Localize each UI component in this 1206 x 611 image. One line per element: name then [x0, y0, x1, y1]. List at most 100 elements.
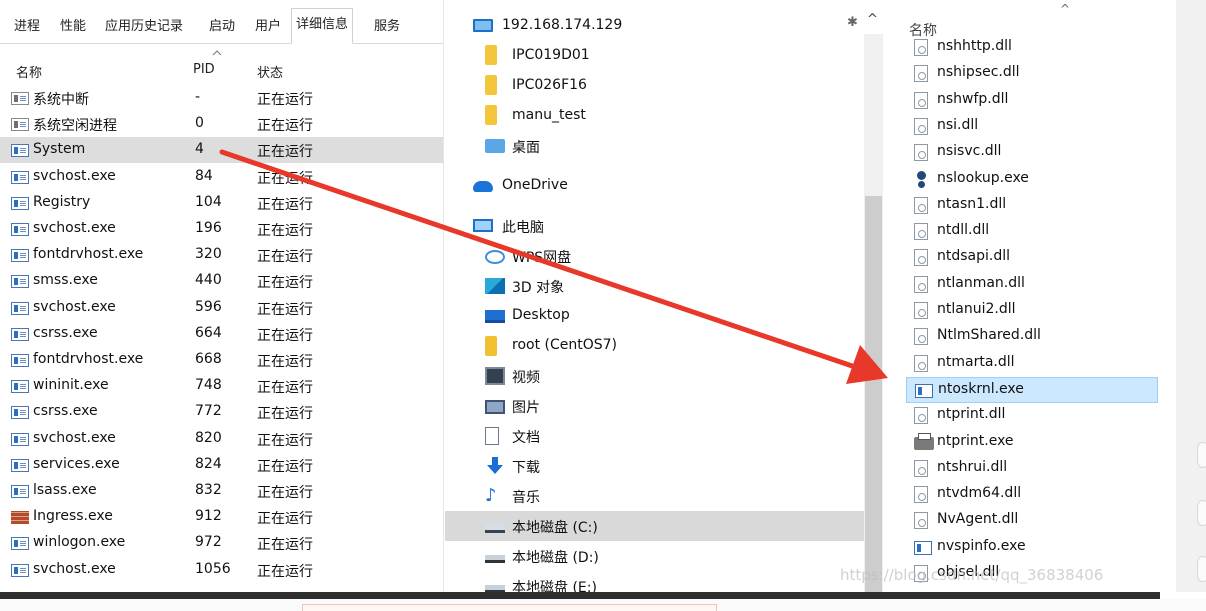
process-row[interactable]: csrss.exe 664 正在运行 [0, 321, 443, 347]
process-row[interactable]: csrss.exe 772 正在运行 [0, 399, 443, 425]
dll-icon [914, 512, 928, 529]
file-item[interactable]: ntshrui.dll [906, 456, 1158, 482]
tab-startup[interactable]: 启动 [205, 14, 239, 40]
file-name: ntlanman.dll [937, 275, 1025, 291]
nav-item[interactable]: root (CentOS7) [445, 331, 864, 361]
desktop-icon [485, 310, 505, 323]
file-item[interactable]: ntprint.exe [906, 430, 1158, 456]
process-row[interactable]: services.exe 824 正在运行 [0, 452, 443, 478]
system-drive-icon [485, 523, 505, 533]
file-item[interactable]: ntoskrnl.exe [906, 377, 1158, 403]
process-icon [11, 537, 29, 550]
nav-item[interactable]: 本地磁盘 (E:) [445, 571, 864, 592]
dll-icon [914, 118, 928, 135]
file-name: nshwfp.dll [937, 91, 1009, 107]
file-name: ntprint.dll [937, 406, 1006, 422]
tab-users[interactable]: 用户 [251, 14, 285, 40]
nav-item[interactable]: 图片 [445, 391, 864, 421]
nav-item[interactable]: 桌面 [445, 131, 864, 161]
file-item[interactable]: ntvdm64.dll [906, 482, 1158, 508]
sort-ascending-icon [212, 50, 222, 56]
file-item[interactable]: nsisvc.dll [906, 140, 1158, 166]
navigation-scrollbar-thumb[interactable] [865, 196, 882, 592]
column-header-pid[interactable]: PID [193, 62, 215, 77]
process-row[interactable]: fontdrvhost.exe 320 正在运行 [0, 242, 443, 268]
process-pid: 1056 [195, 561, 231, 577]
tab-processes[interactable]: 进程 [10, 14, 44, 40]
process-row[interactable]: Registry 104 正在运行 [0, 190, 443, 216]
nav-item[interactable]: manu_test [445, 101, 864, 131]
nav-item[interactable]: OneDrive [445, 171, 864, 201]
scroll-up-icon[interactable]: ^ [867, 12, 878, 27]
tab-performance[interactable]: 性能 [56, 14, 90, 40]
process-row[interactable]: 系统中断 - 正在运行 [0, 85, 443, 111]
dll-icon [914, 39, 928, 56]
nav-item[interactable]: IPC026F16 [445, 71, 864, 101]
file-item[interactable]: nvspinfo.exe [906, 535, 1158, 561]
pin-icon[interactable]: ✱ [847, 15, 858, 30]
file-item[interactable]: ntprint.dll [906, 403, 1158, 429]
process-row[interactable]: winlogon.exe 972 正在运行 [0, 530, 443, 556]
file-item[interactable]: nsi.dll [906, 114, 1158, 140]
side-tool-icon[interactable] [1197, 500, 1206, 526]
column-header-status[interactable]: 状态 [257, 62, 283, 81]
nav-item[interactable]: IPC019D01 [445, 41, 864, 71]
file-item[interactable]: ntlanman.dll [906, 272, 1158, 298]
side-tool-icon[interactable] [1197, 442, 1206, 468]
process-row[interactable]: fontdrvhost.exe 668 正在运行 [0, 347, 443, 373]
wps-cloud-icon [485, 250, 505, 264]
file-name: ntprint.exe [937, 433, 1014, 449]
process-row[interactable]: svchost.exe 820 正在运行 [0, 426, 443, 452]
dll-icon [914, 223, 928, 240]
process-name: svchost.exe [33, 168, 116, 184]
file-item[interactable]: ntdsapi.dll [906, 245, 1158, 271]
nav-item[interactable]: 下载 [445, 451, 864, 481]
nav-item[interactable]: 本地磁盘 (C:) [445, 511, 864, 541]
nav-item[interactable]: 3D 对象 [445, 271, 864, 301]
nav-item[interactable]: 192.168.174.129 [445, 11, 864, 41]
file-item[interactable]: ntasn1.dll [906, 193, 1158, 219]
process-row[interactable]: svchost.exe 196 正在运行 [0, 216, 443, 242]
music-note-icon: ♪ [485, 485, 497, 506]
file-item[interactable]: ntmarta.dll [906, 351, 1158, 377]
file-item[interactable]: ntlanui2.dll [906, 298, 1158, 324]
process-status: 正在运行 [257, 275, 313, 291]
process-row[interactable]: smss.exe 440 正在运行 [0, 268, 443, 294]
file-item[interactable]: NvAgent.dll [906, 508, 1158, 534]
tab-details[interactable]: 详细信息 [291, 8, 354, 44]
nav-item-label: Desktop [512, 307, 570, 323]
navigation-scrollbar[interactable] [864, 34, 883, 592]
nav-item[interactable]: 文档 [445, 421, 864, 451]
exe-icon [915, 384, 933, 398]
process-pid: 84 [195, 168, 213, 184]
drive-icon [485, 555, 505, 563]
process-row[interactable]: 系统空闲进程 0 正在运行 [0, 111, 443, 137]
process-row[interactable]: lsass.exe 832 正在运行 [0, 478, 443, 504]
nav-item[interactable]: 视频 [445, 361, 864, 391]
tab-app-history[interactable]: 应用历史记录 [101, 14, 187, 40]
process-row[interactable]: svchost.exe 1056 正在运行 [0, 557, 443, 583]
tab-services[interactable]: 服务 [370, 14, 404, 40]
dll-icon [914, 65, 928, 82]
nav-item[interactable]: Desktop [445, 301, 864, 331]
nav-item[interactable]: 此电脑 [445, 211, 864, 241]
process-row[interactable]: svchost.exe 596 正在运行 [0, 295, 443, 321]
process-icon [11, 406, 29, 419]
process-row[interactable]: System 4 正在运行 [0, 137, 443, 163]
nav-item[interactable]: 本地磁盘 (D:) [445, 541, 864, 571]
task-manager-details-panel: 进程 性能 应用历史记录 启动 用户 详细信息 服务 名称 PID 状态 系统中… [0, 0, 444, 592]
process-row[interactable]: Ingress.exe 912 正在运行 [0, 504, 443, 530]
process-row[interactable]: wininit.exe 748 正在运行 [0, 373, 443, 399]
dll-icon [914, 328, 928, 345]
file-item[interactable]: NtlmShared.dll [906, 324, 1158, 350]
process-row[interactable]: svchost.exe 84 正在运行 [0, 164, 443, 190]
file-item[interactable]: nshipsec.dll [906, 61, 1158, 87]
file-item[interactable]: nslookup.exe [906, 167, 1158, 193]
side-tool-icon[interactable] [1197, 556, 1206, 582]
file-item[interactable]: ntdll.dll [906, 219, 1158, 245]
nav-item[interactable]: WPS网盘 [445, 241, 864, 271]
column-header-name[interactable]: 名称 [16, 62, 42, 81]
nav-item[interactable]: ♪ 音乐 [445, 481, 864, 511]
file-item[interactable]: nshwfp.dll [906, 88, 1158, 114]
file-item[interactable]: nshhttp.dll [906, 35, 1158, 61]
